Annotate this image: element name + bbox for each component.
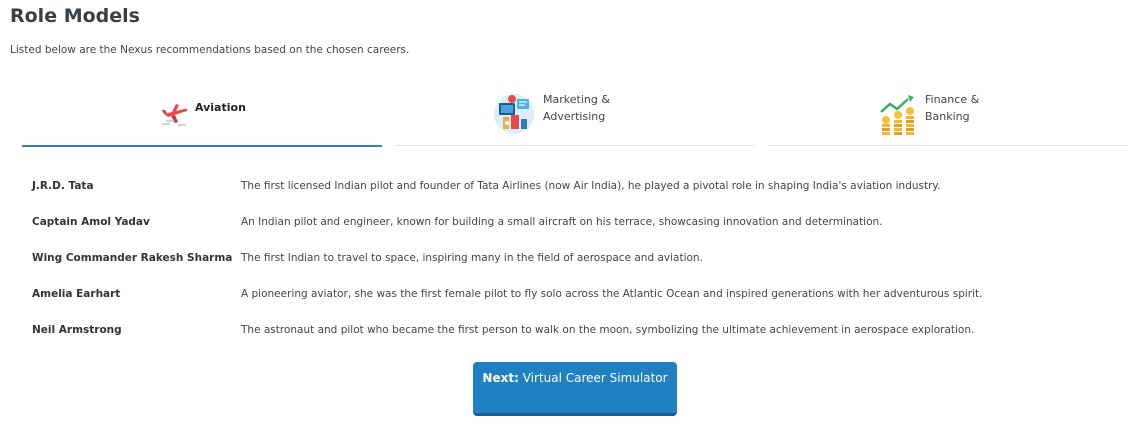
- role-name: J.R.D. Tata: [32, 180, 94, 192]
- tab-aviation-underline: [22, 145, 382, 147]
- tab-finance[interactable]: Finance & Banking: [768, 88, 1128, 146]
- next-button-prefix: Next:: [482, 371, 519, 385]
- role-name: Amelia Earhart: [32, 288, 121, 300]
- role-name: Neil Armstrong: [32, 324, 122, 336]
- role-name: Captain Amol Yadav: [32, 216, 150, 228]
- role-row: J.R.D. Tata The first licensed Indian pi…: [32, 174, 1112, 210]
- role-row: Wing Commander Rakesh Sharma The first I…: [32, 246, 1112, 282]
- tab-finance-label-line1: Finance &: [925, 93, 980, 106]
- airplane-icon: [160, 100, 190, 135]
- marketing-icon: [491, 91, 537, 142]
- next-button-label: Virtual Career Simulator: [522, 371, 668, 385]
- tab-aviation-label: Aviation: [195, 101, 246, 114]
- role-models-list: J.R.D. Tata The first licensed Indian pi…: [32, 174, 1112, 354]
- page-subtitle: Listed below are the Nexus recommendatio…: [10, 44, 410, 56]
- role-row: Amelia Earhart A pioneering aviator, she…: [32, 282, 1112, 318]
- role-description: The first licensed Indian pilot and foun…: [241, 180, 941, 192]
- role-description: An Indian pilot and engineer, known for …: [241, 216, 883, 228]
- tab-aviation[interactable]: Aviation: [22, 88, 382, 147]
- next-button[interactable]: Next: Virtual Career Simulator: [473, 362, 677, 416]
- role-row: Neil Armstrong The astronaut and pilot w…: [32, 318, 1112, 354]
- role-description: The astronaut and pilot who became the f…: [241, 324, 975, 336]
- tab-finance-label-line2: Banking: [925, 110, 970, 123]
- finance-icon: [878, 94, 920, 141]
- role-description: A pioneering aviator, she was the first …: [241, 288, 983, 300]
- tab-marketing-label-line2: Advertising: [543, 110, 606, 123]
- tab-finance-underline: [768, 145, 1128, 146]
- tab-marketing-underline: [395, 145, 755, 146]
- role-row: Captain Amol Yadav An Indian pilot and e…: [32, 210, 1112, 246]
- career-tabs: Aviation Marketing & Advertising Finance…: [22, 88, 1128, 148]
- tab-marketing-label-line1: Marketing &: [543, 93, 610, 106]
- tab-marketing[interactable]: Marketing & Advertising: [395, 88, 755, 146]
- page-title: Role Models: [10, 5, 140, 27]
- role-description: The first Indian to travel to space, ins…: [241, 252, 703, 264]
- role-name: Wing Commander Rakesh Sharma: [32, 252, 233, 264]
